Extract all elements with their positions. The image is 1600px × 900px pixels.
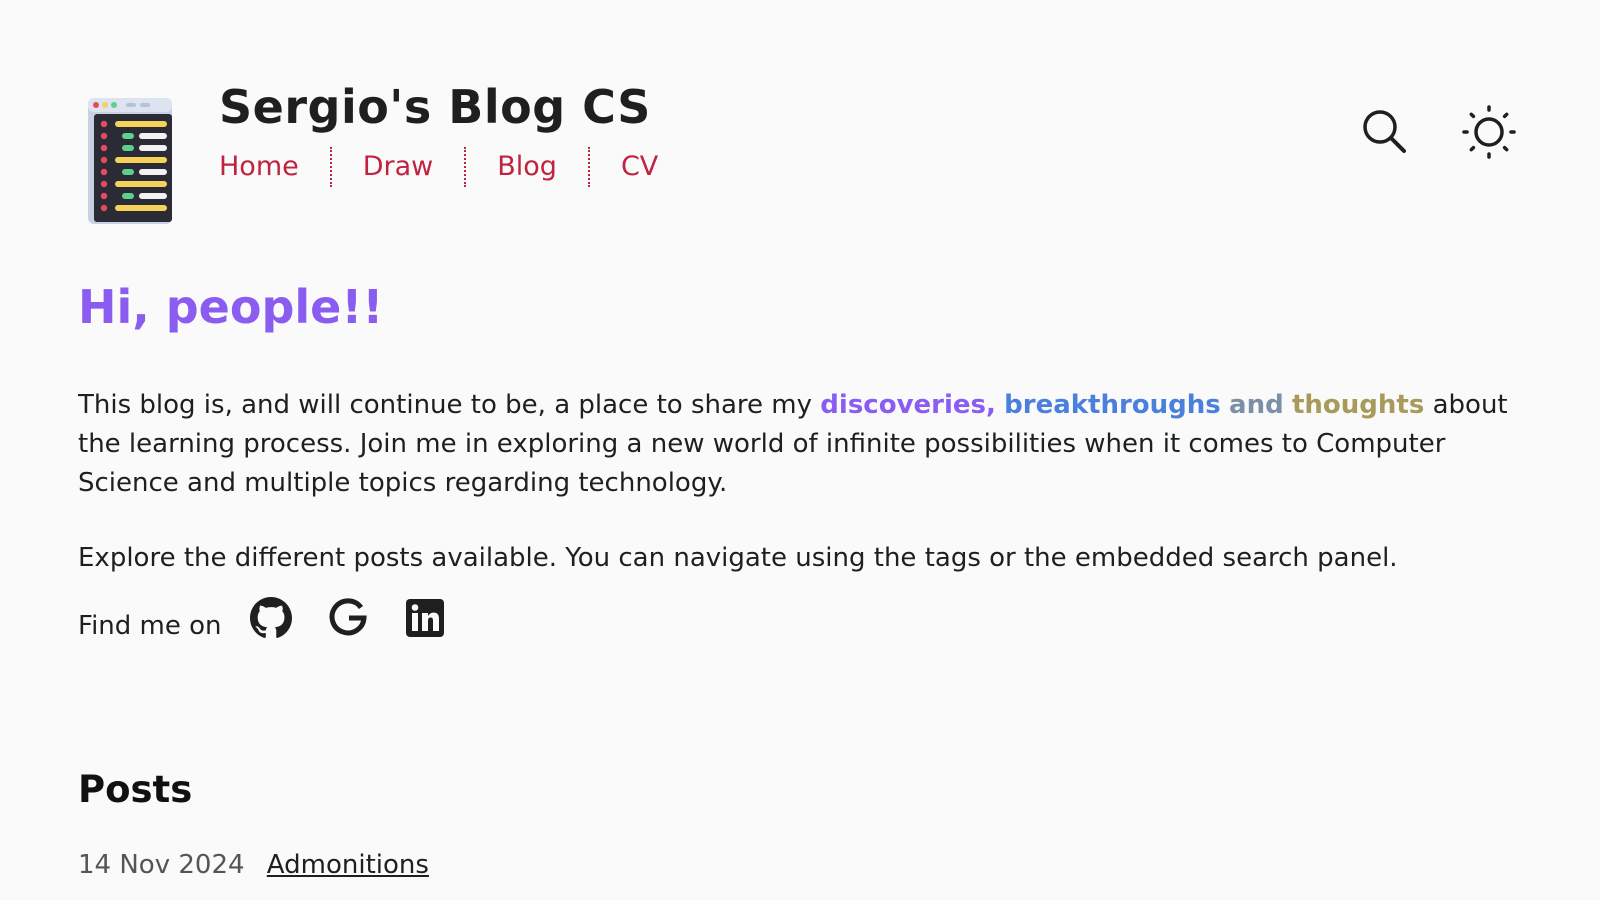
github-link[interactable] <box>249 597 292 639</box>
highlight-discoveries: discoveries, <box>820 390 996 420</box>
google-icon <box>329 598 367 636</box>
sun-icon <box>1462 105 1516 159</box>
highlight-breakthroughs: breakthroughs <box>1004 390 1221 420</box>
social-links: Find me on <box>78 588 446 648</box>
nav-blog[interactable]: Blog <box>497 147 557 187</box>
main-nav: Home Draw Blog CV <box>219 147 658 187</box>
post-date: 14 Nov 2024 <box>78 850 245 880</box>
page: Sergio's Blog CS Home Draw Blog CV Hi, p… <box>0 0 1600 900</box>
linkedin-link[interactable] <box>404 597 446 639</box>
find-me-label: Find me on <box>78 611 222 641</box>
linkedin-icon <box>405 599 444 637</box>
explore-text: Explore the different posts available. Y… <box>78 543 1398 573</box>
site-title[interactable]: Sergio's Blog CS <box>219 80 651 134</box>
site-logo[interactable] <box>86 96 174 226</box>
post-link[interactable]: Admonitions <box>267 850 429 880</box>
github-icon <box>249 597 292 638</box>
intro-paragraph: This blog is, and will continue to be, a… <box>78 386 1528 503</box>
nav-divider <box>329 147 332 187</box>
nav-home[interactable]: Home <box>219 147 299 187</box>
nav-divider <box>587 147 590 187</box>
posts-heading: Posts <box>78 768 193 811</box>
nav-divider <box>464 147 467 187</box>
search-button[interactable] <box>1359 106 1409 156</box>
highlight-thoughts: thoughts <box>1291 390 1425 420</box>
hero-title: Hi, people!! <box>78 280 384 334</box>
intro-text: This blog is, and will continue to be, a… <box>78 390 821 420</box>
search-icon <box>1363 110 1406 153</box>
post-list-item: 14 Nov 2024 Admonitions <box>78 850 429 880</box>
theme-toggle-button[interactable] <box>1461 104 1517 160</box>
google-link[interactable] <box>327 597 369 639</box>
highlight-and: and <box>1229 390 1284 420</box>
code-editor-icon <box>88 98 172 224</box>
nav-cv[interactable]: CV <box>621 147 658 187</box>
nav-draw[interactable]: Draw <box>363 147 434 187</box>
